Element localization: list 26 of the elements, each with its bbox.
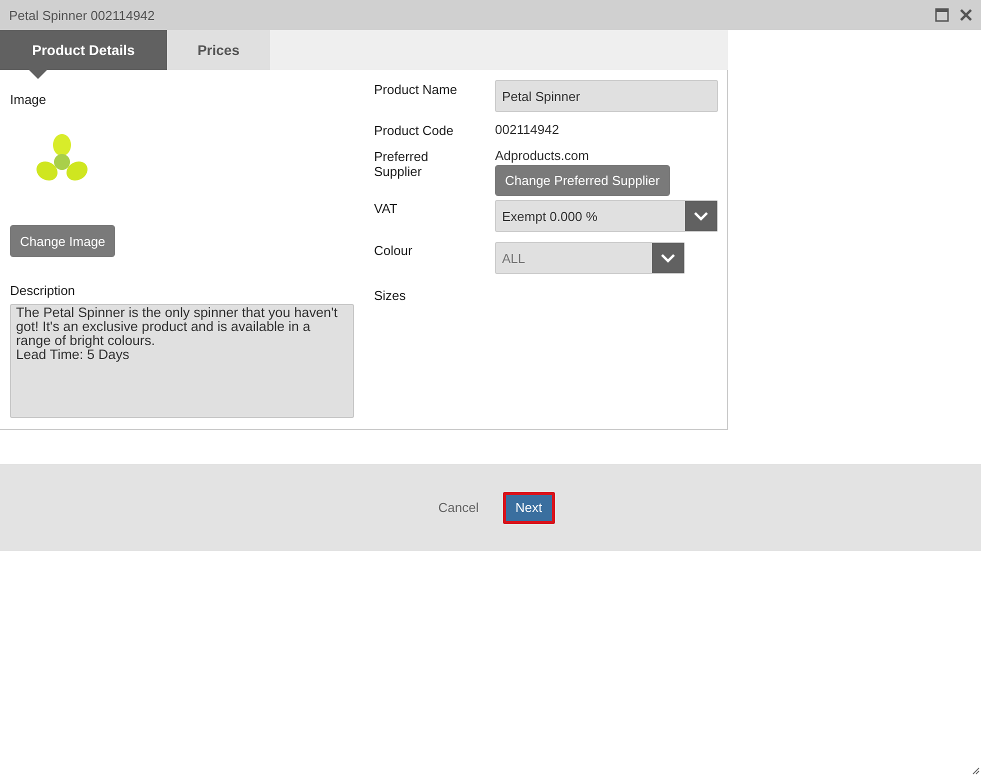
- field-label: VAT: [374, 200, 398, 218]
- maximize-icon[interactable]: [935, 8, 949, 22]
- close-icon[interactable]: [959, 8, 973, 22]
- product-name-field[interactable]: Petal Spinner: [495, 80, 718, 112]
- field-label: Preferred Supplier: [374, 148, 430, 181]
- field-label: Colour: [374, 242, 414, 260]
- description-field[interactable]: The Petal Spinner is the only spinner that you haven't got! It's an exclusive product and is available in a range of bright colours. Lead Time: 5 Days: [10, 304, 354, 418]
- field-label: Sizes: [374, 287, 407, 303]
- cancel-button[interactable]: Cancel: [432, 499, 485, 516]
- chevron-down-icon: [693, 211, 709, 221]
- tab[interactable]: Product Details: [0, 30, 167, 70]
- tab[interactable]: Prices: [167, 30, 270, 70]
- resize-grip-icon[interactable]: [972, 767, 980, 775]
- change-image-button[interactable]: Change Image: [10, 225, 116, 257]
- dropdown[interactable]: Exempt 0.000 %: [495, 200, 718, 232]
- change-supplier-button[interactable]: Change Preferred Supplier: [495, 165, 670, 196]
- tab-pointer-icon: [29, 70, 47, 79]
- window-title: Petal Spinner 002114942: [9, 8, 155, 22]
- field-label: Product Code: [374, 122, 454, 140]
- supplier-value: Adproducts.com: [495, 148, 589, 163]
- field-value: 002114942: [495, 122, 560, 137]
- field-label: Product Name: [374, 81, 458, 99]
- image-label: Image: [10, 92, 46, 107]
- description-label: Description: [10, 283, 76, 298]
- next-button[interactable]: Next: [502, 492, 555, 524]
- chevron-down-icon: [660, 253, 676, 263]
